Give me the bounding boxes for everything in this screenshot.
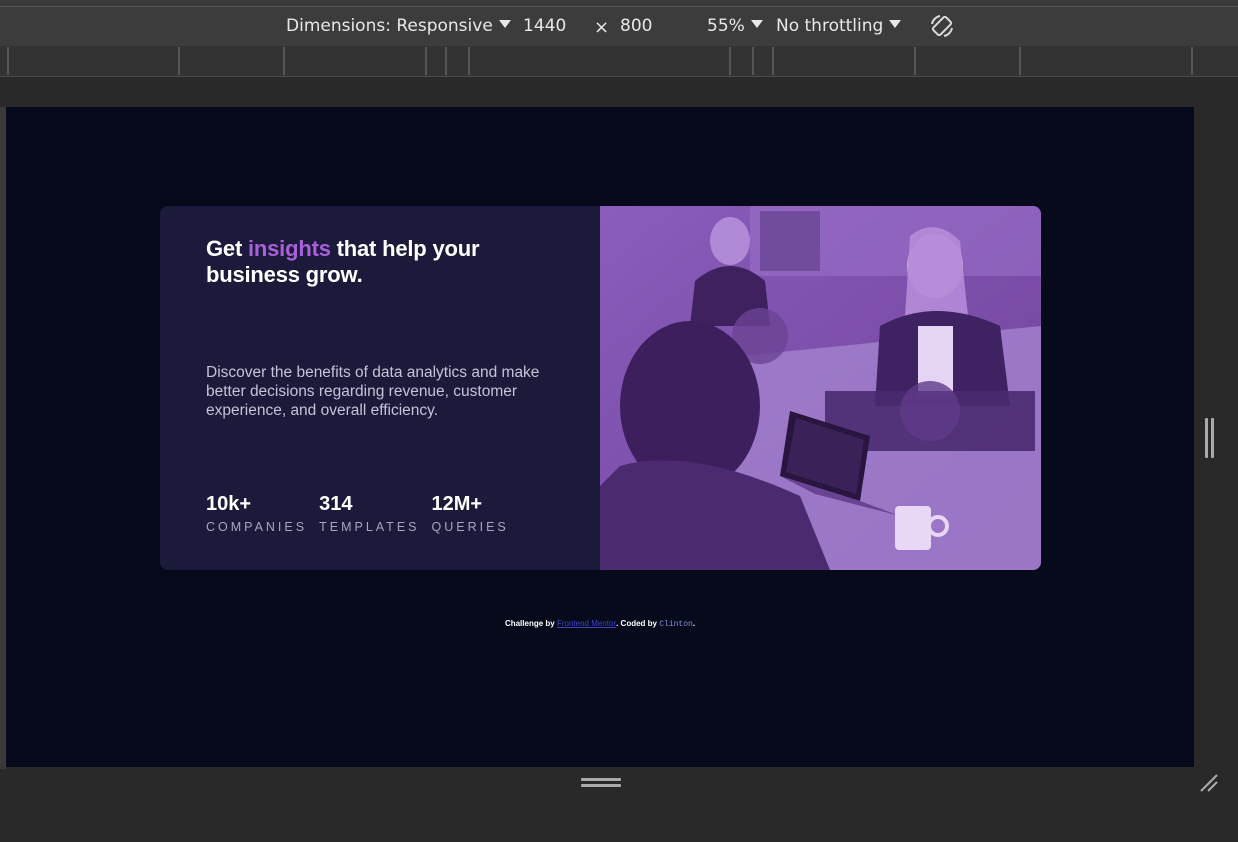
ruler-tick bbox=[772, 47, 774, 75]
ruler-tick bbox=[1019, 47, 1021, 75]
chevron-down-icon bbox=[750, 20, 763, 28]
stat-value: 314 bbox=[319, 493, 353, 515]
headline-accent: insights bbox=[248, 236, 331, 261]
stat-value: 12M+ bbox=[431, 493, 483, 515]
stat-label: COMPANIES bbox=[206, 520, 308, 534]
right-resize-handle[interactable] bbox=[1205, 418, 1215, 458]
frontend-mentor-link[interactable]: Frontend Mentor bbox=[557, 619, 616, 628]
rotate-icon[interactable] bbox=[928, 12, 956, 40]
throttling-label: No throttling bbox=[776, 16, 884, 36]
stat-companies: 10k+ COMPANIES bbox=[206, 492, 307, 534]
devtools-top-strip bbox=[0, 0, 1238, 7]
device-toolbar: Dimensions: Responsive × 55% No throttli… bbox=[0, 7, 1238, 46]
zoom-dropdown[interactable]: 55% bbox=[707, 16, 763, 36]
stats-row: 10k+ COMPANIES 314 TEMPLATES 12M+ QUERIE… bbox=[206, 492, 521, 534]
ruler-tick bbox=[468, 47, 470, 75]
stat-templates: 314 TEMPLATES bbox=[319, 492, 419, 534]
card-headline: Get insights that help your business gro… bbox=[206, 236, 526, 288]
stat-label: TEMPLATES bbox=[319, 520, 420, 534]
dimensions-dropdown[interactable]: Dimensions: Responsive bbox=[286, 16, 511, 36]
ruler-tick bbox=[914, 47, 916, 75]
corner-resize-icon[interactable] bbox=[1198, 772, 1220, 794]
stat-label: QUERIES bbox=[431, 520, 509, 534]
ruler-tick bbox=[7, 47, 9, 75]
footer-text: . bbox=[692, 619, 696, 628]
stat-value: 10k+ bbox=[206, 493, 252, 515]
ruler-tick bbox=[752, 47, 754, 75]
breakpoint-ruler[interactable] bbox=[0, 46, 1238, 77]
stats-preview-card: Get insights that help your business gro… bbox=[160, 206, 1041, 570]
card-content: Get insights that help your business gro… bbox=[160, 206, 600, 570]
card-description: Discover the benefits of data analytics … bbox=[206, 364, 540, 419]
office-photo-image bbox=[600, 206, 1041, 570]
zoom-label: 55% bbox=[707, 16, 745, 36]
stat-queries: 12M+ QUERIES bbox=[432, 492, 509, 534]
ruler-tick bbox=[729, 47, 731, 75]
ruler-tick bbox=[425, 47, 427, 75]
footer-text: Challenge by bbox=[504, 619, 557, 628]
height-input[interactable] bbox=[620, 16, 680, 36]
ruler-tick bbox=[445, 47, 447, 75]
ruler-tick bbox=[1191, 47, 1193, 75]
card-image bbox=[600, 206, 1041, 570]
chevron-down-icon bbox=[498, 20, 511, 28]
device-viewport: Get insights that help your business gro… bbox=[6, 107, 1194, 767]
width-input[interactable] bbox=[523, 16, 583, 36]
dimensions-label: Dimensions: Responsive bbox=[286, 16, 493, 36]
coder-link[interactable]: Clinton bbox=[659, 620, 693, 629]
ruler-tick bbox=[178, 47, 180, 75]
times-icon: × bbox=[594, 17, 610, 38]
footer-text: . Coded by bbox=[616, 619, 660, 628]
chevron-down-icon bbox=[889, 20, 902, 28]
headline-text: Get bbox=[206, 236, 248, 261]
bottom-resize-handle[interactable] bbox=[581, 778, 621, 790]
ruler-tick bbox=[283, 47, 285, 75]
throttling-dropdown[interactable]: No throttling bbox=[776, 16, 902, 36]
attribution-footer: Challenge by Frontend Mentor. Coded by C… bbox=[6, 619, 1194, 629]
